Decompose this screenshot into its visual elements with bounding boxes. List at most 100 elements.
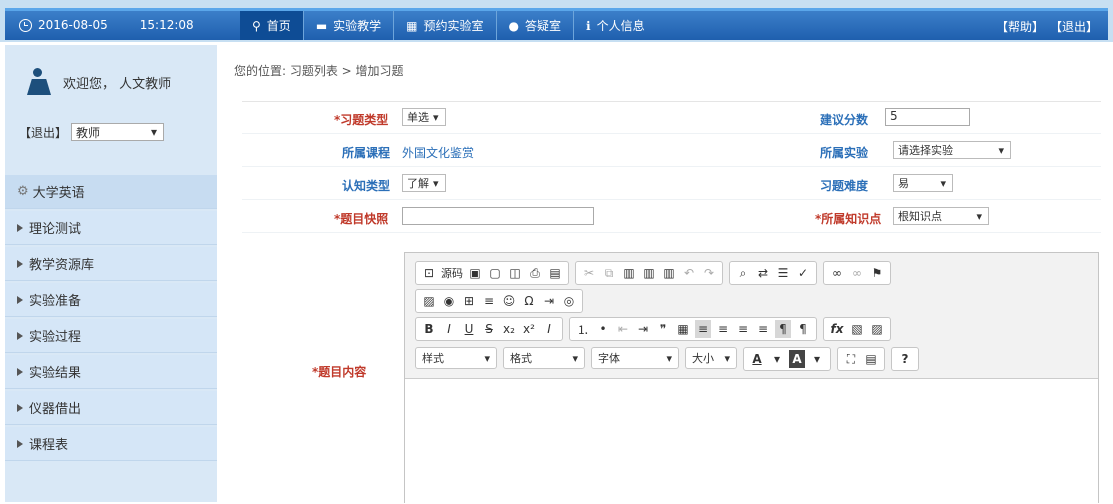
paste-icon[interactable]: ▥ xyxy=(621,264,637,282)
anchor-flag-icon[interactable]: ⚑ xyxy=(869,264,885,282)
editor-content-area[interactable] xyxy=(405,379,1098,504)
table-icon[interactable]: ⊞ xyxy=(461,292,477,310)
iframe-icon[interactable]: ◎ xyxy=(561,292,577,310)
exercise-type-select[interactable]: 单选 ▾ xyxy=(402,108,446,126)
blockquote-icon[interactable]: ❞ xyxy=(655,320,671,338)
bold-icon[interactable]: B xyxy=(421,320,437,338)
source-icon[interactable]: ⊡ xyxy=(421,264,437,282)
background-color-icon[interactable]: A xyxy=(789,350,805,368)
knowledge-point-select[interactable]: 根知识点 ▾ xyxy=(893,207,989,225)
nav-home[interactable]: ⚲ 首页 xyxy=(240,11,304,40)
div-container-icon[interactable]: ▦ xyxy=(675,320,691,338)
maximize-icon[interactable]: ⛶ xyxy=(843,350,859,368)
editor-toolbar: ⊡ 源码 ▣ ▢ ◫ ⎙ ▤ ✂ ⧉ ▥ ▥ ▥ ↶ ↷ ⌕ ⇄ ☰ ✓ ∞ ∞… xyxy=(405,253,1098,379)
formula-icon[interactable]: fx xyxy=(829,320,845,338)
help-link[interactable]: 【帮助】 xyxy=(996,18,1044,35)
flash-icon[interactable]: ◉ xyxy=(441,292,457,310)
sidebar-item-schedule[interactable]: 课程表 xyxy=(5,427,217,461)
toolbar-row-3: B I U S x₂ x² I ⒈ • ⇤ ⇥ ❞ ▦ ≡ ≡ ≡ ≡ ¶ ¶ … xyxy=(415,317,891,341)
ltr-icon[interactable]: ¶ xyxy=(775,320,791,338)
print-icon[interactable]: ⎙ xyxy=(527,264,543,282)
unlink-icon[interactable]: ∞ xyxy=(849,264,865,282)
form-row-cognitive: 认知类型 了解 ▾ 习题难度 易 ▾ xyxy=(242,168,1101,200)
text-color-icon[interactable]: A xyxy=(749,350,765,368)
strike-icon[interactable]: S xyxy=(481,320,497,338)
cut-icon[interactable]: ✂ xyxy=(581,264,597,282)
bulleted-list-icon[interactable]: • xyxy=(595,320,611,338)
preview-icon[interactable]: ◫ xyxy=(507,264,523,282)
difficulty-select[interactable]: 易 ▾ xyxy=(893,174,953,192)
nav-experiment-teaching[interactable]: ▬ 实验教学 xyxy=(304,11,395,40)
experiment-select[interactable]: 请选择实验 ▾ xyxy=(893,141,1011,159)
select-all-icon[interactable]: ☰ xyxy=(775,264,791,282)
justify-icon[interactable]: ≡ xyxy=(755,320,771,338)
format-dropdown[interactable]: 格式 ▾ xyxy=(503,347,585,369)
template-icon[interactable]: ▤ xyxy=(547,264,563,282)
indent-icon[interactable]: ⇥ xyxy=(635,320,651,338)
save-icon[interactable]: ▣ xyxy=(467,264,483,282)
suggested-score-input[interactable]: 5 xyxy=(885,108,970,126)
align-center-icon[interactable]: ≡ xyxy=(715,320,731,338)
page-break-icon[interactable]: ⇥ xyxy=(541,292,557,310)
italic-icon[interactable]: I xyxy=(441,320,457,338)
superscript-icon[interactable]: x² xyxy=(521,320,537,338)
align-right-icon[interactable]: ≡ xyxy=(735,320,751,338)
sidebar-item-experiment-results[interactable]: 实验结果 xyxy=(5,355,217,389)
logout-link[interactable]: 【退出】 xyxy=(1050,18,1098,35)
style-dropdown[interactable]: 样式 ▾ xyxy=(415,347,497,369)
new-page-icon[interactable]: ▢ xyxy=(487,264,503,282)
image-icon[interactable]: ▨ xyxy=(421,292,437,310)
sidebar-item-theory-test[interactable]: 理论测试 xyxy=(5,211,217,245)
format-dropdown-label: 格式 xyxy=(510,352,532,365)
help-icon[interactable]: ? xyxy=(897,350,913,368)
source-button-label[interactable]: 源码 xyxy=(441,265,463,281)
role-select[interactable]: 教师 ▾ xyxy=(71,123,165,141)
cognitive-type-select[interactable]: 了解 ▾ xyxy=(402,174,446,192)
snapshot-input[interactable] xyxy=(402,207,594,225)
sidebar-item-experiment-prep[interactable]: 实验准备 xyxy=(5,283,217,317)
sidebar-item-resource-library[interactable]: 教学资源库 xyxy=(5,247,217,281)
calendar-icon: ▦ xyxy=(406,18,418,33)
size-dropdown[interactable]: 大小 ▾ xyxy=(685,347,737,369)
subscript-icon[interactable]: x₂ xyxy=(501,320,517,338)
numbered-list-icon[interactable]: ⒈ xyxy=(575,320,591,338)
toolbar-group-basic-styles: B I U S x₂ x² I xyxy=(415,317,563,341)
triangle-right-icon xyxy=(17,223,23,232)
sidebar-item-instrument-lending[interactable]: 仪器借出 xyxy=(5,391,217,425)
paste-text-icon[interactable]: ▥ xyxy=(641,264,657,282)
sidebar-section-college-english[interactable]: ⚙ 大学英语 xyxy=(5,175,217,209)
copy-icon[interactable]: ⧉ xyxy=(601,264,617,282)
experiment-label: 所属实验 xyxy=(820,146,869,160)
font-dropdown[interactable]: 字体 ▾ xyxy=(591,347,679,369)
show-blocks-icon[interactable]: ▤ xyxy=(863,350,879,368)
spellcheck-icon[interactable]: ✓ xyxy=(795,264,811,282)
rtl-icon[interactable]: ¶ xyxy=(795,320,811,338)
sidebar-item-label: 教学资源库 xyxy=(29,258,95,273)
redo-icon[interactable]: ↷ xyxy=(701,264,717,282)
smiley-icon[interactable]: ☺ xyxy=(501,292,517,310)
nav-qa-room[interactable]: ● 答疑室 xyxy=(497,11,575,40)
triangle-right-icon xyxy=(17,439,23,448)
horizontal-line-icon[interactable]: ≡ xyxy=(481,292,497,310)
underline-icon[interactable]: U xyxy=(461,320,477,338)
outdent-icon[interactable]: ⇤ xyxy=(615,320,631,338)
link-icon[interactable]: ∞ xyxy=(829,264,845,282)
size-dropdown-label: 大小 xyxy=(692,352,714,365)
paste-word-icon[interactable]: ▥ xyxy=(661,264,677,282)
align-left-icon[interactable]: ≡ xyxy=(695,320,711,338)
toolbar-group-tools: ⛶ ▤ xyxy=(837,347,885,371)
chevron-down-icon: ▾ xyxy=(150,125,158,139)
special-char-icon[interactable]: Ω xyxy=(521,292,537,310)
image-upload-icon[interactable]: ▨ xyxy=(869,320,885,338)
remove-format-icon[interactable]: I xyxy=(541,320,557,338)
undo-icon[interactable]: ↶ xyxy=(681,264,697,282)
nav-personal-info[interactable]: ℹ 个人信息 xyxy=(574,11,657,40)
header-links: 【帮助】 【退出】 xyxy=(996,18,1098,35)
sidebar-item-experiment-process[interactable]: 实验过程 xyxy=(5,319,217,353)
image-insert-icon[interactable]: ▧ xyxy=(849,320,865,338)
nav-book-lab[interactable]: ▦ 预约实验室 xyxy=(394,11,497,40)
replace-icon[interactable]: ⇄ xyxy=(755,264,771,282)
sidebar-logout-link[interactable]: 【退出】 xyxy=(19,124,67,141)
find-icon[interactable]: ⌕ xyxy=(735,264,751,282)
gear-icon: ⚙ xyxy=(17,184,29,199)
